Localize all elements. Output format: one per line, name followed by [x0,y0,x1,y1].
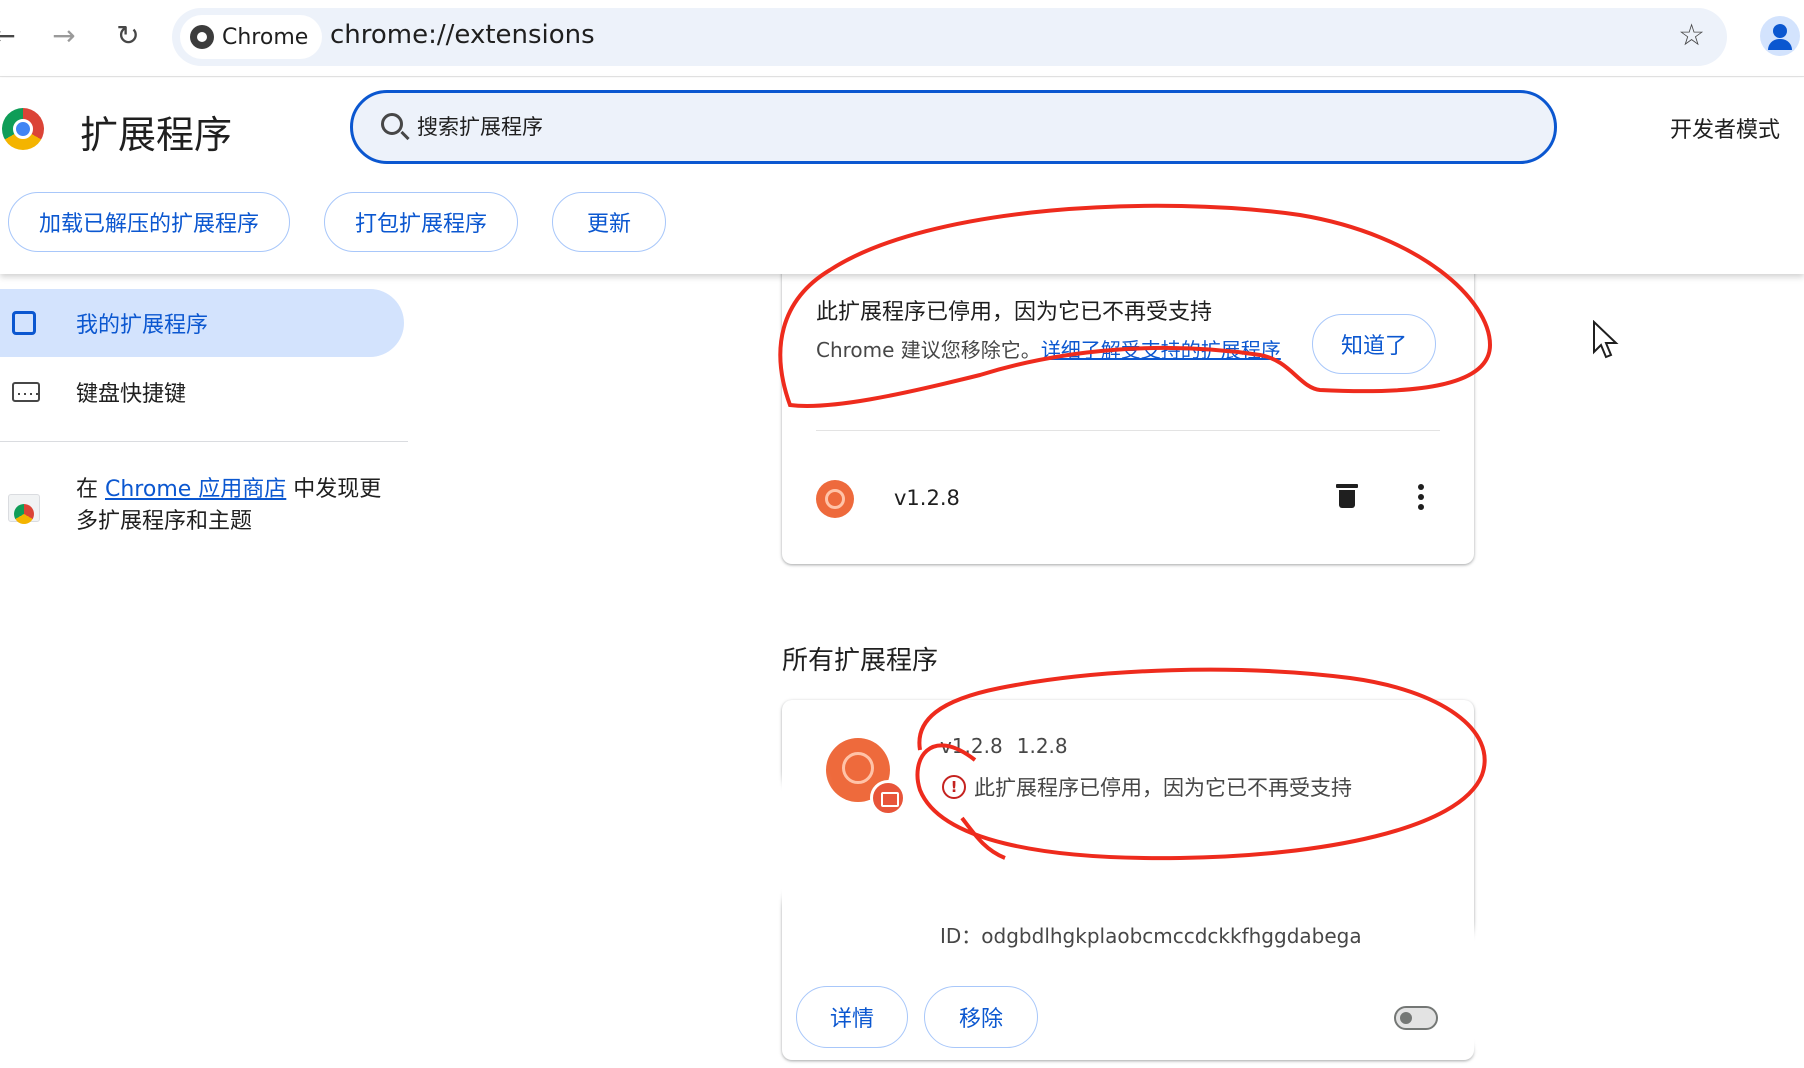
card-divider [816,430,1440,431]
profile-icon[interactable] [1760,16,1800,56]
trash-icon[interactable] [1336,484,1358,508]
address-bar[interactable]: Chrome chrome://extensions ☆ [172,8,1727,66]
site-chip-label: Chrome [222,24,309,50]
extension-name-version: v1.2.8 1.2.8 [940,734,1068,758]
update-button[interactable]: 更新 [552,192,666,252]
remove-button[interactable]: 移除 [924,986,1038,1048]
reload-icon[interactable]: ↻ [110,18,146,54]
extensions-header: 扩展程序 开发者模式 加载已解压的扩展程序 打包扩展程序 更新 [0,78,1804,274]
search-icon [381,113,403,135]
extension-id: ID：odgbdlhgkplaobcmccdckkfhggdabega [940,924,1360,948]
sidebar-item-label: 键盘快捷键 [76,382,187,407]
chrome-icon [190,25,214,49]
puzzle-icon [12,311,36,335]
extension-card: v1.2.8 1.2.8 ! 此扩展程序已停用，因为它已不再受支持 ID：odgb… [782,700,1474,1060]
sidebar-item-my-extensions[interactable]: 我的扩展程序 [0,289,404,357]
enable-toggle[interactable] [1394,1006,1438,1030]
arrow-left-icon[interactable]: ← [0,18,22,54]
extension-error: ! 此扩展程序已停用，因为它已不再受支持 [942,772,1352,802]
arrow-right-icon[interactable]: → [46,18,82,54]
redaction-smudge [1450,930,1490,1050]
sidebar-item-label: 我的扩展程序 [76,313,209,338]
developer-mode-label[interactable]: 开发者模式 [1670,112,1780,144]
unsupported-extension-card: 此扩展程序已停用，因为它已不再受支持 Chrome 建议您移除它。详细了解受支持… [782,250,1474,564]
browser-toolbar: ← → ↻ Chrome chrome://extensions ☆ [0,0,1804,77]
alert-icon: ! [942,775,966,799]
details-button[interactable]: 详情 [796,986,908,1048]
search-box[interactable] [350,90,1557,164]
load-unpacked-button[interactable]: 加载已解压的扩展程序 [8,192,290,252]
learn-more-link[interactable]: 详细了解受支持的扩展程序 [1041,338,1281,362]
chrome-logo-icon [2,108,44,150]
sidebar-divider [0,441,408,442]
site-chip[interactable]: Chrome [180,15,323,59]
more-vert-icon[interactable] [1418,484,1424,510]
pack-extension-button[interactable]: 打包扩展程序 [324,192,518,252]
warning-title: 此扩展程序已停用，因为它已不再受支持 [816,300,1213,325]
url-text[interactable]: chrome://extensions [330,20,595,50]
extension-version: 1.2.8 [1016,734,1068,758]
extension-error-text: 此扩展程序已停用，因为它已不再受支持 [974,776,1352,800]
warning-description: Chrome 建议您移除它。详细了解受支持的扩展程序 [816,338,1281,362]
got-it-button[interactable]: 知道了 [1312,314,1436,374]
search-input[interactable] [417,103,1517,151]
page-title: 扩展程序 [80,113,233,157]
extension-icon [816,480,854,518]
web-store-link[interactable]: Chrome 应用商店 [105,477,286,502]
web-store-promo: 在 Chrome 应用商店 中发现更多扩展程序和主题 [76,477,382,534]
section-title: 所有扩展程序 [782,646,939,676]
disabled-badge-icon [870,780,906,816]
sidebar-item-keyboard-shortcuts[interactable]: 键盘快捷键 [0,358,404,426]
mouse-cursor-icon [1593,320,1619,359]
redaction-smudge [480,780,820,900]
extension-name: v1.2.8 [940,734,1003,758]
extension-version: v1.2.8 [894,486,960,510]
star-icon[interactable]: ☆ [1678,18,1705,53]
web-store-icon [8,490,40,524]
keyboard-icon [12,382,40,402]
